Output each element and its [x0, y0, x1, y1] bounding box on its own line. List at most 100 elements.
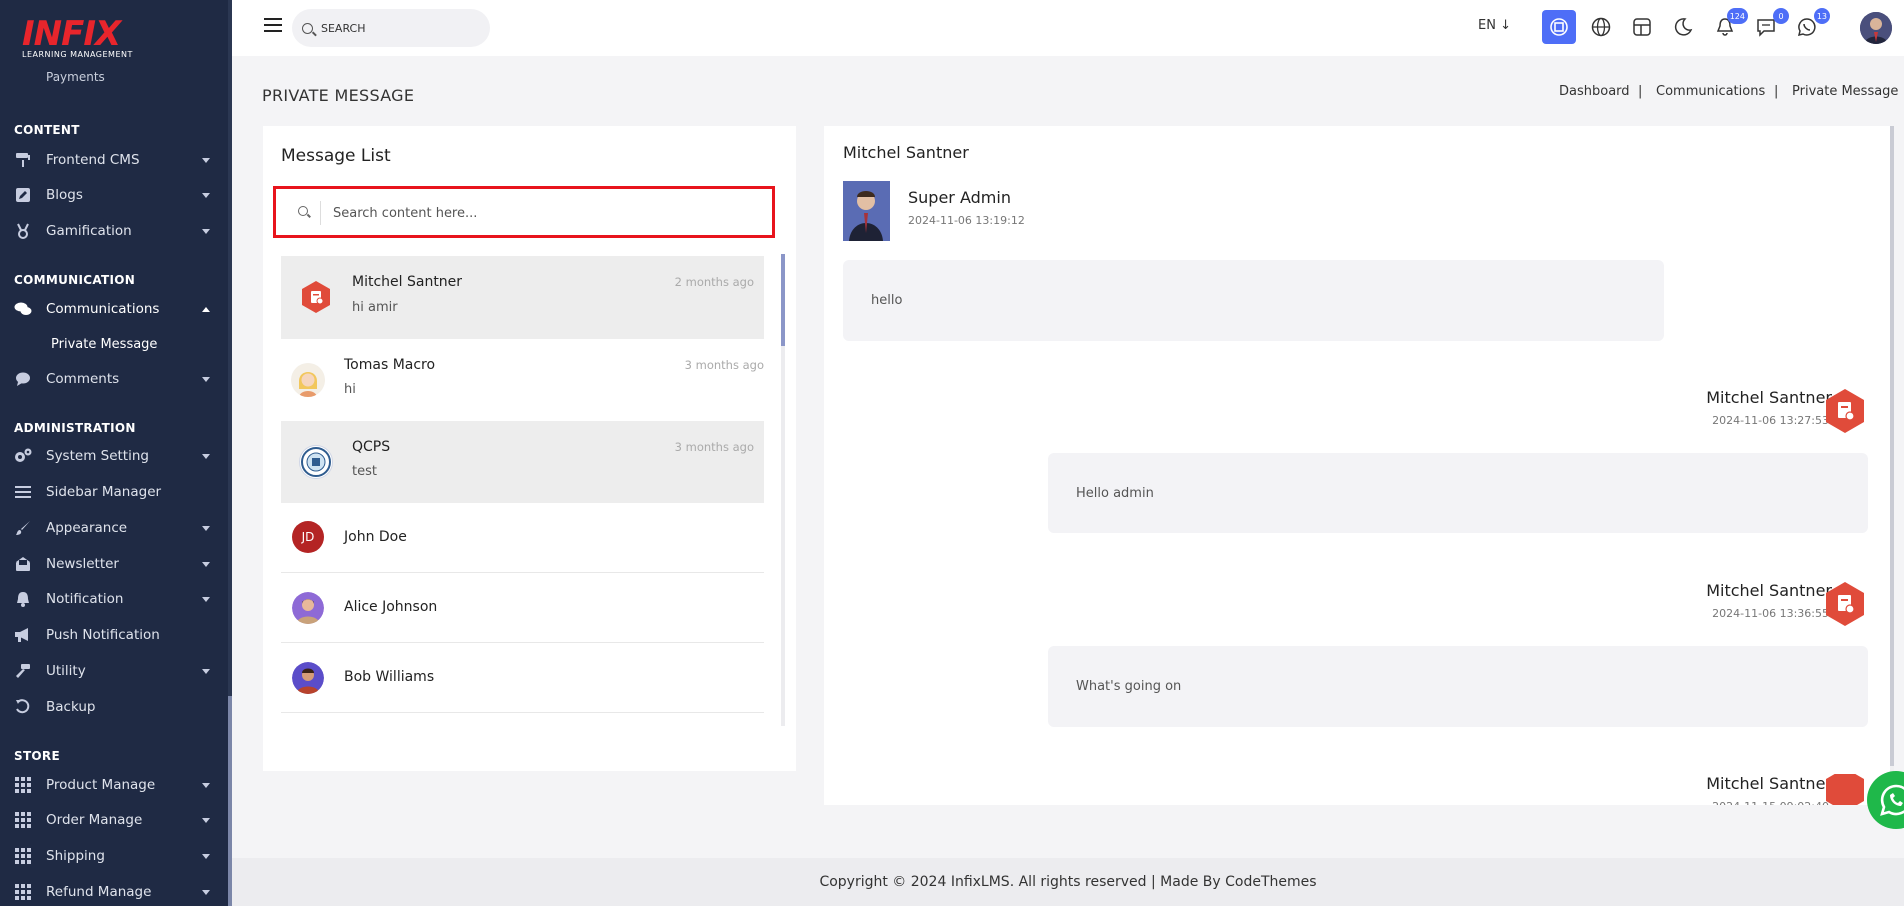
- dashboard-chip-button[interactable]: [1542, 10, 1576, 44]
- chevron-down-icon: [202, 889, 210, 895]
- section-communication: COMMUNICATION: [14, 273, 136, 287]
- undo-icon: [14, 698, 32, 716]
- sidebar-item-newsletter[interactable]: Newsletter: [14, 552, 214, 576]
- language-selector[interactable]: EN ↓: [1478, 18, 1511, 33]
- message-text: What's going on: [1076, 679, 1182, 694]
- sidebar-item-backup[interactable]: Backup: [14, 695, 214, 719]
- sidebar-item-shipping[interactable]: Shipping: [14, 844, 214, 868]
- sidebar-item-comments[interactable]: Comments: [14, 367, 214, 391]
- layout-button[interactable]: [1625, 10, 1659, 44]
- moon-icon: [1674, 18, 1693, 36]
- avatar: [299, 280, 333, 314]
- globe-icon: [1591, 17, 1611, 37]
- footer: Copyright © 2024 InfixLMS. All rights re…: [232, 858, 1904, 906]
- message-list-scrollbar-thumb[interactable]: [781, 254, 785, 346]
- chevron-down-icon: [202, 157, 210, 163]
- conversation-time: 3 months ago: [674, 440, 754, 454]
- sidebar-item-order-manage[interactable]: Order Manage: [14, 808, 214, 832]
- conversation-item[interactable]: Tomas Macro 3 months ago hi: [281, 339, 764, 421]
- sidebar-item-push-notification[interactable]: Push Notification: [14, 623, 214, 647]
- grid-icon: [14, 847, 32, 865]
- conversation-item[interactable]: Mitchel Santner 2 months ago hi amir: [281, 256, 764, 339]
- whatsapp-icon: [1867, 771, 1904, 829]
- hammer-icon: [14, 662, 32, 680]
- breadcrumb-separator: |: [1774, 84, 1779, 99]
- section-content: CONTENT: [14, 123, 80, 137]
- conversation-name: John Doe: [344, 529, 407, 545]
- message-text: Hello admin: [1076, 485, 1154, 501]
- message-bubble: What's going on: [1048, 646, 1868, 727]
- brand-logo[interactable]: INFIX LEARNING MANAGEMENT: [22, 16, 133, 59]
- chevron-down-icon: [202, 817, 210, 823]
- chevron-down-icon: [202, 453, 210, 459]
- whatsapp-top-button[interactable]: 13: [1790, 8, 1830, 44]
- chat-scrollbar-thumb[interactable]: [1890, 126, 1894, 766]
- sidebar-item-frontend-cms[interactable]: Frontend CMS: [14, 148, 214, 172]
- grid-icon: [14, 811, 32, 829]
- menu-toggle-icon[interactable]: [264, 18, 282, 36]
- sidebar-item-product-manage[interactable]: Product Manage: [14, 773, 214, 797]
- message-sender: Super Admin: [908, 188, 1011, 207]
- sidebar: INFIX LEARNING MANAGEMENT Payments CONTE…: [0, 0, 232, 906]
- layout-icon: [1633, 18, 1651, 36]
- sidebar-item-label: Product Manage: [46, 777, 156, 793]
- sidebar-item-label: Push Notification: [46, 627, 160, 643]
- avatar: [1822, 581, 1868, 627]
- chevron-down-icon: [202, 782, 210, 788]
- conversation-preview: test: [352, 464, 377, 479]
- comment-icon: [14, 370, 32, 388]
- conversation-item[interactable]: Bob Williams: [281, 643, 764, 713]
- notifications-button[interactable]: 124: [1708, 8, 1748, 44]
- gears-icon: [14, 447, 32, 465]
- breadcrumb-dashboard[interactable]: Dashboard: [1559, 84, 1630, 99]
- sidebar-item-system-setting[interactable]: System Setting: [14, 444, 214, 468]
- conversation-preview: hi amir: [352, 300, 398, 315]
- sidebar-item-label: Gamification: [46, 223, 132, 239]
- conversation-name: Mitchel Santner: [352, 274, 463, 290]
- conversation-name: Alice Johnson: [344, 599, 438, 615]
- brush-icon: [14, 519, 32, 537]
- conversation-item[interactable]: JD John Doe: [281, 503, 764, 573]
- conversation-time: 2 months ago: [674, 275, 754, 289]
- website-button[interactable]: [1584, 10, 1618, 44]
- sidebar-item-gamification[interactable]: Gamification: [14, 219, 214, 243]
- grid-icon: [14, 776, 32, 794]
- message-bubble: hello: [843, 260, 1664, 341]
- page-title: PRIVATE MESSAGE: [262, 86, 415, 105]
- dark-mode-button[interactable]: [1666, 10, 1700, 44]
- chat-scrollbar[interactable]: [1890, 126, 1894, 805]
- conversation-item[interactable]: QCPS 3 months ago test: [281, 421, 764, 503]
- chat-icon: [1757, 19, 1775, 37]
- search-icon: [298, 206, 308, 216]
- user-avatar[interactable]: [1860, 12, 1892, 44]
- whatsapp-float-button[interactable]: [1866, 770, 1904, 830]
- sidebar-item-notification[interactable]: Notification: [14, 587, 214, 611]
- sidebar-item-sidebar-manager[interactable]: Sidebar Manager: [14, 480, 214, 504]
- message-time: 2024-11-15 09:02:40: [1712, 800, 1829, 805]
- conversation-item[interactable]: Alice Johnson: [281, 573, 764, 643]
- sidebar-item-appearance[interactable]: Appearance: [14, 516, 214, 540]
- message-list-scrollbar[interactable]: [781, 254, 785, 726]
- sidebar-item-payments[interactable]: Payments: [14, 70, 105, 90]
- sidebar-subitem-private-message[interactable]: Private Message: [51, 337, 157, 352]
- message-search-input[interactable]: [333, 199, 753, 227]
- breadcrumb-communications[interactable]: Communications: [1656, 84, 1765, 99]
- messages-button[interactable]: 0: [1749, 8, 1789, 44]
- sidebar-item-blogs[interactable]: Blogs: [14, 183, 214, 207]
- sidebar-item-label: Newsletter: [46, 556, 119, 572]
- sidebar-scrollbar[interactable]: [228, 0, 232, 906]
- message-sender: Mitchel Santner: [1706, 581, 1832, 600]
- chevron-up-icon: [202, 306, 210, 312]
- sidebar-item-refund-manage[interactable]: Refund Manage: [14, 880, 214, 904]
- sidebar-item-label: Comments: [46, 371, 120, 387]
- avatar: JD: [292, 521, 324, 553]
- global-search[interactable]: SEARCH: [292, 9, 490, 47]
- sidebar-item-label: System Setting: [46, 448, 149, 464]
- paint-roller-icon: [14, 151, 32, 169]
- sidebar-item-utility[interactable]: Utility: [14, 659, 214, 683]
- sidebar-item-communications[interactable]: Communications: [14, 297, 214, 321]
- message-list-panel: Message List Mitchel Santner 2 months ag…: [263, 126, 796, 771]
- global-search-label: SEARCH: [321, 21, 366, 35]
- avatar: [1822, 774, 1868, 805]
- sidebar-item-label: Order Manage: [46, 812, 143, 828]
